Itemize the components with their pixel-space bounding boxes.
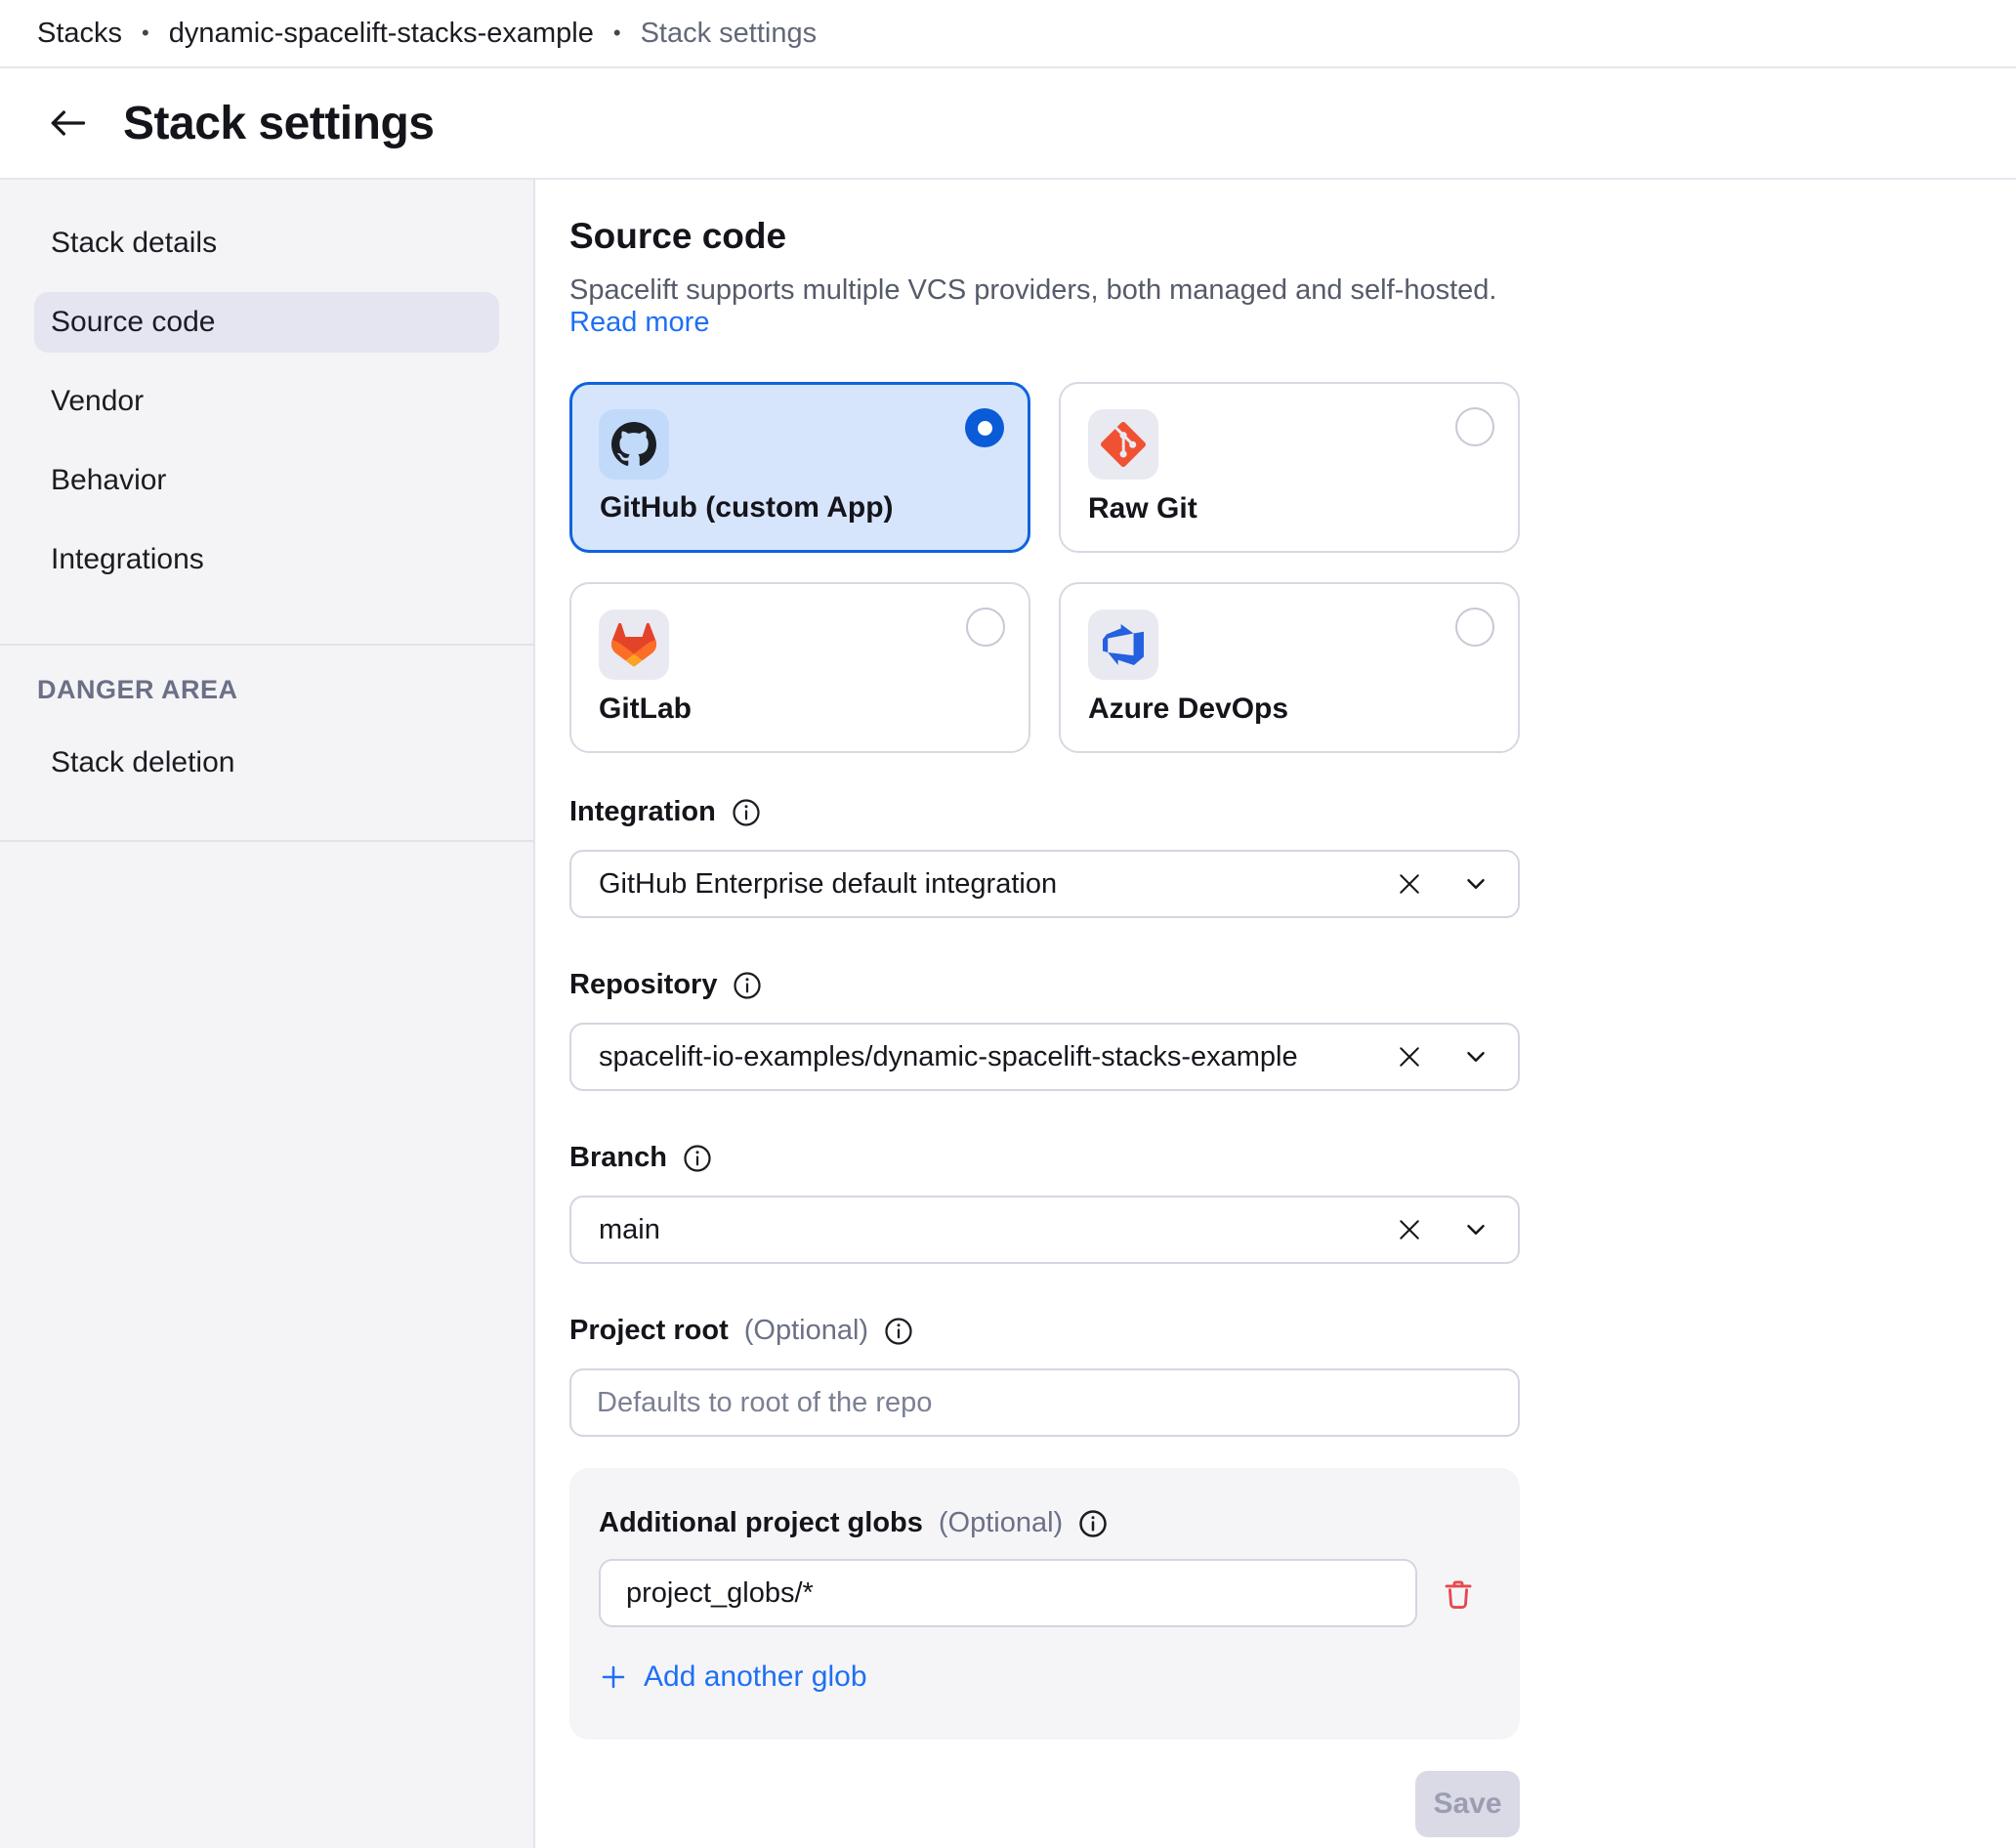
provider-card-github[interactable]: GitHub (custom App) <box>569 382 1030 553</box>
repository-value: spacelift-io-examples/dynamic-spacelift-… <box>599 1041 1395 1073</box>
breadcrumb: Stacks • dynamic-spacelift-stacks-exampl… <box>0 0 2016 68</box>
vcs-provider-cards: GitHub (custom App) Raw Git <box>569 382 1520 753</box>
provider-card-label: GitLab <box>599 693 692 726</box>
danger-area-heading: DANGER AREA <box>0 675 533 705</box>
add-glob-button[interactable]: Add another glob <box>599 1660 867 1694</box>
glob-entry-row <box>599 1559 1491 1627</box>
project-root-input[interactable] <box>569 1368 1520 1437</box>
azure-devops-icon-tile <box>1088 609 1158 680</box>
branch-select[interactable]: main <box>569 1196 1520 1264</box>
trash-icon[interactable] <box>1441 1575 1476 1611</box>
read-more-link[interactable]: Read more <box>569 307 709 338</box>
provider-card-azure-devops[interactable]: Azure DevOps <box>1059 582 1520 753</box>
chevron-down-icon[interactable] <box>1461 1042 1491 1071</box>
info-icon[interactable] <box>732 798 761 827</box>
sidebar-nav-group: Stack details Source code Vendor Behavio… <box>0 180 533 644</box>
git-icon <box>1101 422 1146 467</box>
info-icon[interactable] <box>683 1144 712 1173</box>
section-heading: Source code <box>569 216 1520 257</box>
description-text: Spacelift supports multiple VCS provider… <box>569 274 1496 306</box>
breadcrumb-separator: • <box>613 21 621 46</box>
info-icon[interactable] <box>733 971 762 1000</box>
branch-label: Branch <box>569 1142 667 1174</box>
globs-label: Additional project globs <box>599 1507 923 1539</box>
clear-icon[interactable] <box>1395 1215 1424 1244</box>
repository-select[interactable]: spacelift-io-examples/dynamic-spacelift-… <box>569 1023 1520 1091</box>
provider-card-label: Raw Git <box>1088 492 1197 525</box>
save-button[interactable]: Save <box>1415 1771 1520 1837</box>
git-icon-tile <box>1088 409 1158 480</box>
azure-devops-radio[interactable] <box>1455 608 1494 647</box>
breadcrumb-stack-name[interactable]: dynamic-spacelift-stacks-example <box>169 18 594 50</box>
page-title: Stack settings <box>123 97 434 150</box>
integration-value: GitHub Enterprise default integration <box>599 868 1395 901</box>
stack-settings-page: Stacks • dynamic-spacelift-stacks-exampl… <box>0 0 2016 1848</box>
clear-icon[interactable] <box>1395 1042 1424 1071</box>
sidebar-item-stack-details[interactable]: Stack details <box>0 213 533 273</box>
azure-devops-icon <box>1103 624 1144 665</box>
chevron-down-icon[interactable] <box>1461 1215 1491 1244</box>
back-arrow-icon[interactable] <box>45 101 90 146</box>
optional-label: (Optional) <box>744 1315 868 1347</box>
project-root-field: Project root (Optional) <box>569 1315 1520 1437</box>
optional-label: (Optional) <box>939 1507 1063 1539</box>
github-radio[interactable] <box>965 408 1004 447</box>
provider-card-label: Azure DevOps <box>1088 693 1288 726</box>
sidebar-item-source-code[interactable]: Source code <box>34 292 499 353</box>
provider-card-gitlab[interactable]: GitLab <box>569 582 1030 753</box>
repository-field: Repository spacelift-io-examples/dynamic… <box>569 969 1520 1091</box>
additional-globs-panel: Additional project globs (Optional) Add … <box>569 1468 1520 1740</box>
branch-field: Branch main <box>569 1142 1520 1264</box>
chevron-down-icon[interactable] <box>1461 869 1491 899</box>
github-icon-tile <box>599 409 669 480</box>
integration-select[interactable]: GitHub Enterprise default integration <box>569 850 1520 918</box>
provider-card-raw-git[interactable]: Raw Git <box>1059 382 1520 553</box>
gitlab-icon <box>611 622 656 667</box>
integration-label: Integration <box>569 796 716 828</box>
info-icon[interactable] <box>884 1317 913 1346</box>
gitlab-icon-tile <box>599 609 669 680</box>
repository-label: Repository <box>569 969 717 1001</box>
plus-icon <box>599 1662 628 1692</box>
sidebar-danger-area: DANGER AREA Stack deletion <box>0 644 533 840</box>
sidebar-item-stack-deletion[interactable]: Stack deletion <box>0 733 533 793</box>
info-icon[interactable] <box>1078 1509 1108 1538</box>
main-content: Source code Spacelift supports multiple … <box>535 180 2016 1848</box>
sidebar-item-integrations[interactable]: Integrations <box>0 529 533 590</box>
github-icon <box>611 422 656 467</box>
sidebar-item-behavior[interactable]: Behavior <box>0 450 533 511</box>
add-glob-label: Add another glob <box>644 1660 867 1694</box>
integration-field: Integration GitHub Enterprise default in… <box>569 796 1520 918</box>
breadcrumb-current: Stack settings <box>641 18 818 50</box>
breadcrumb-stacks[interactable]: Stacks <box>37 18 122 50</box>
project-root-label: Project root <box>569 1315 729 1347</box>
section-description: Spacelift supports multiple VCS provider… <box>569 274 1520 339</box>
breadcrumb-separator: • <box>142 21 149 46</box>
sidebar-item-vendor[interactable]: Vendor <box>0 371 533 432</box>
page-header: Stack settings <box>0 68 2016 180</box>
clear-icon[interactable] <box>1395 869 1424 899</box>
branch-value: main <box>599 1214 1395 1246</box>
raw-git-radio[interactable] <box>1455 407 1494 446</box>
settings-sidebar: Stack details Source code Vendor Behavio… <box>0 180 535 1848</box>
provider-card-label: GitHub (custom App) <box>600 491 894 525</box>
gitlab-radio[interactable] <box>966 608 1005 647</box>
sidebar-footer <box>0 840 533 1848</box>
glob-input[interactable] <box>599 1559 1417 1627</box>
